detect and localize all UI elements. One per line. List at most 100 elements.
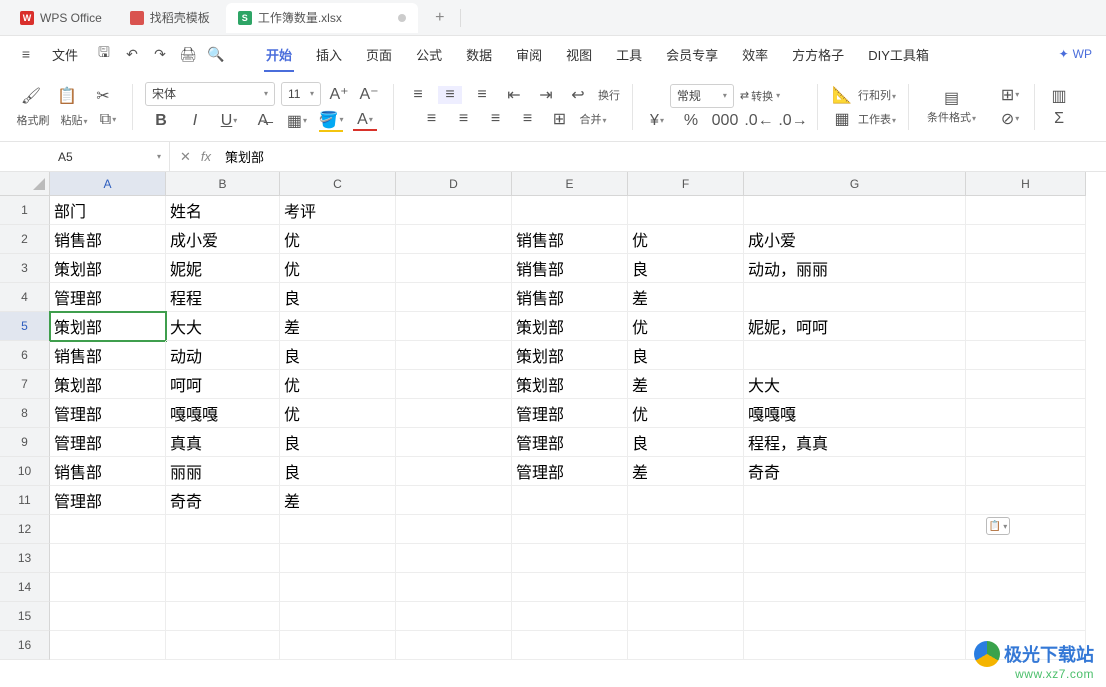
cell-H14[interactable] [966,573,1086,602]
cell-F8[interactable]: 优 [628,399,744,428]
sum-icon[interactable]: Σ [1047,110,1071,128]
justify-icon[interactable]: ≡ [515,110,539,128]
cell-D4[interactable] [396,283,512,312]
cell-E9[interactable]: 管理部 [512,428,628,457]
cell-C4[interactable]: 良 [280,283,396,312]
name-box[interactable]: A5 ▾ [50,142,170,171]
percent-icon[interactable]: % [679,112,703,130]
cell-D5[interactable] [396,312,512,341]
cell-F3[interactable]: 良 [628,254,744,283]
cell-E13[interactable] [512,544,628,573]
cell-B4[interactable]: 程程 [166,283,280,312]
number-format-select[interactable]: 常规▾ [670,84,734,108]
worksheet-label[interactable]: 工作表▾ [858,111,896,127]
column-header-G[interactable]: G [744,172,966,196]
merge-label[interactable]: 合并▾ [579,111,606,127]
cell-E6[interactable]: 策划部 [512,341,628,370]
currency-icon[interactable]: ¥▾ [645,112,669,130]
cell-G7[interactable]: 大大 [744,370,966,399]
cell-A4[interactable]: 管理部 [50,283,166,312]
cell-A9[interactable]: 管理部 [50,428,166,457]
row-header-7[interactable]: 7 [0,370,50,399]
cell-G4[interactable] [744,283,966,312]
indent-dec-icon[interactable]: ⇤ [502,85,526,105]
rowscols-label[interactable]: 行和列▾ [858,87,896,103]
menu-file[interactable]: 文件 [42,39,88,70]
paste-options-button[interactable]: 📋▾ [986,517,1010,535]
menu-item-4[interactable]: 数据 [456,39,502,70]
menu-item-10[interactable]: 方方格子 [782,39,854,70]
fx-icon[interactable]: fx [201,149,211,164]
column-header-F[interactable]: F [628,172,744,196]
dec-inc-icon[interactable]: .0← [747,112,771,130]
cell-H15[interactable] [966,602,1086,631]
cell-H5[interactable] [966,312,1086,341]
cell-B16[interactable] [166,631,280,660]
cell-H7[interactable] [966,370,1086,399]
column-header-B[interactable]: B [166,172,280,196]
cell-H10[interactable] [966,457,1086,486]
cell-B3[interactable]: 妮妮 [166,254,280,283]
wrap-icon[interactable]: ↩ [566,85,590,105]
copy-icon[interactable]: ⧉▾ [96,111,120,129]
font-family-select[interactable]: 宋体▾ [145,82,275,106]
cell-A1[interactable]: 部门 [50,196,166,225]
cell-G8[interactable]: 嘎嘎嘎 [744,399,966,428]
cell-E2[interactable]: 销售部 [512,225,628,254]
border-icon[interactable]: ▦▾ [285,111,309,131]
comma-icon[interactable]: 000 [713,112,737,130]
cell-G12[interactable] [744,515,966,544]
cell-E7[interactable]: 策划部 [512,370,628,399]
cell-G9[interactable]: 程程，真真 [744,428,966,457]
cell-D1[interactable] [396,196,512,225]
align-right-icon[interactable]: ≡ [483,110,507,128]
cell-E11[interactable] [512,486,628,515]
cell-B2[interactable]: 成小爱 [166,225,280,254]
save-icon[interactable]: 🖫 [92,42,116,66]
align-top-icon[interactable]: ≡ [406,86,430,104]
cell-B12[interactable] [166,515,280,544]
cell-B6[interactable]: 动动 [166,341,280,370]
cell-F13[interactable] [628,544,744,573]
cell-F5[interactable]: 优 [628,312,744,341]
row-header-10[interactable]: 10 [0,457,50,486]
cell-D12[interactable] [396,515,512,544]
cell-H1[interactable] [966,196,1086,225]
freeze-icon[interactable]: ▥ [1047,86,1071,106]
row-header-1[interactable]: 1 [0,196,50,225]
print-icon[interactable]: 🖨 [176,42,200,66]
cell-H6[interactable] [966,341,1086,370]
row-header-15[interactable]: 15 [0,602,50,631]
cell-C6[interactable]: 良 [280,341,396,370]
cell-F15[interactable] [628,602,744,631]
font-size-select[interactable]: 11▾ [281,82,321,106]
row-header-11[interactable]: 11 [0,486,50,515]
cell-B10[interactable]: 丽丽 [166,457,280,486]
align-middle-icon[interactable]: ≡ [438,86,462,104]
template-tab[interactable]: 找稻壳模板 [118,3,222,33]
menu-item-5[interactable]: 审阅 [506,39,552,70]
cell-B1[interactable]: 姓名 [166,196,280,225]
italic-icon[interactable]: I [183,112,207,130]
cell-E4[interactable]: 销售部 [512,283,628,312]
cell-F10[interactable]: 差 [628,457,744,486]
cell-G13[interactable] [744,544,966,573]
cell-G15[interactable] [744,602,966,631]
cell-G10[interactable]: 奇奇 [744,457,966,486]
cell-E8[interactable]: 管理部 [512,399,628,428]
cell-A5[interactable]: 策划部 [50,312,166,341]
cell-C2[interactable]: 优 [280,225,396,254]
cell-G1[interactable] [744,196,966,225]
cell-E14[interactable] [512,573,628,602]
select-icon[interactable]: ⊞▾ [998,85,1022,105]
strike-icon[interactable]: A̶ [251,112,275,130]
dec-dec-icon[interactable]: .0→ [781,112,805,130]
column-header-C[interactable]: C [280,172,396,196]
cell-B5[interactable]: 大大 [166,312,280,341]
cell-E12[interactable] [512,515,628,544]
column-header-E[interactable]: E [512,172,628,196]
row-header-14[interactable]: 14 [0,573,50,602]
file-tab[interactable]: S 工作簿数量.xlsx [226,3,418,33]
cell-H3[interactable] [966,254,1086,283]
cell-F4[interactable]: 差 [628,283,744,312]
